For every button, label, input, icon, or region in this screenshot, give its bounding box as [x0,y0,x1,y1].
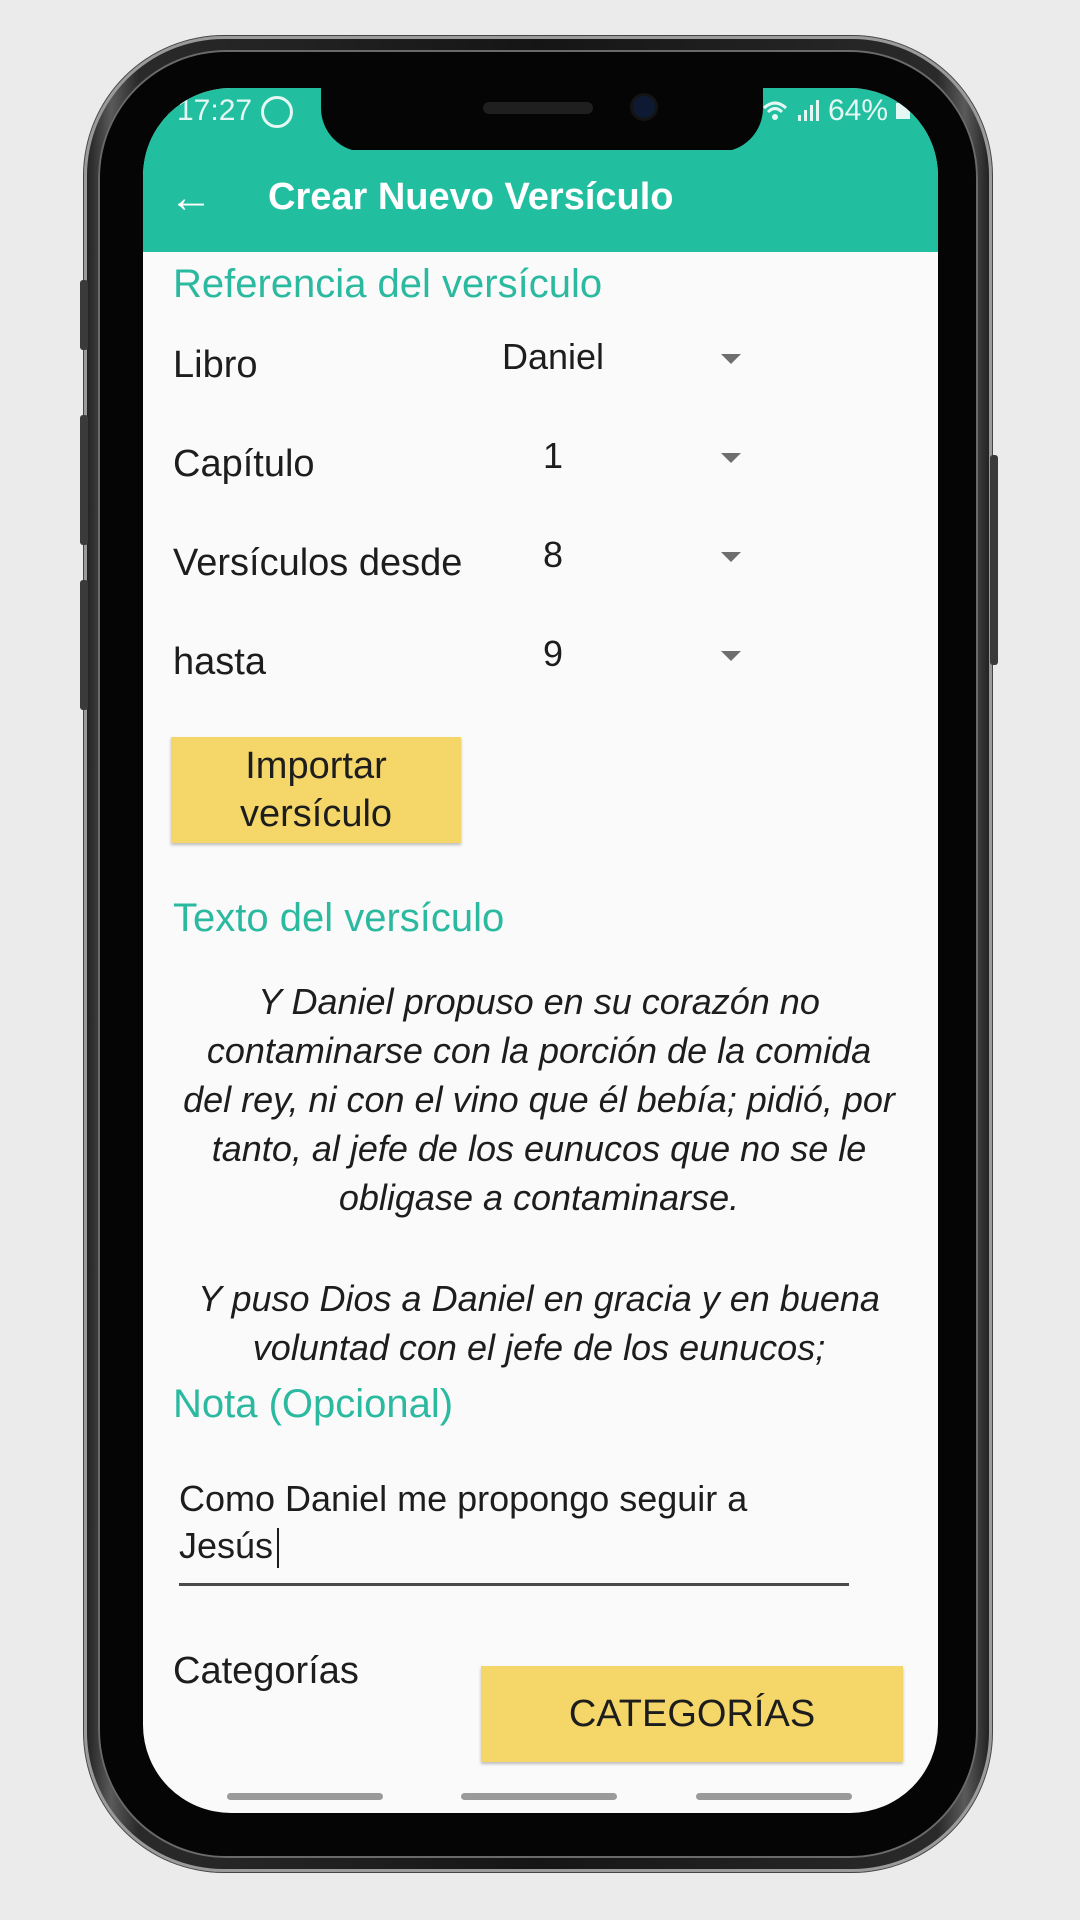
import-verse-button[interactable]: Importar versículo [171,737,461,843]
capitulo-label: Capítulo [173,443,315,485]
verse-paragraph-1: Y Daniel propuso en su corazón no contam… [169,977,909,1222]
verse-line: obligase a contaminarse. [338,1177,740,1218]
whatsapp-icon [261,96,293,128]
front-camera [633,96,655,118]
earpiece-speaker [483,102,593,114]
verse-line: tanto, al jefe de los eunucos que no se … [211,1128,867,1169]
text-cursor [277,1528,280,1569]
battery-level: 64% [827,94,888,127]
status-icons: 64% [762,94,910,128]
app-screen: 17:27 64% ← Crear Nuevo Versículo Refere… [143,88,938,1813]
note-line-with-cursor: Jesús [179,1522,849,1569]
wifi-icon [762,101,787,120]
hasta-label: hasta [173,641,266,683]
versiculos-desde-value: 8 [542,534,564,575]
arrow-left-icon[interactable]: ← [161,170,221,230]
signal-icon [797,100,819,121]
app-bar: ← Crear Nuevo Versículo [143,150,938,252]
verse-line: Y puso Dios a Daniel en gracia y en buen… [198,1278,880,1319]
capitulo-value: 1 [542,435,564,476]
page-title: Crear Nuevo Versículo [268,176,674,218]
import-button-line-1: Importar [245,745,387,787]
note-line: Jesús [179,1525,274,1566]
note-line: Como Daniel me propongo seguir a [179,1478,748,1519]
camera-notch [321,88,763,152]
verse-paragraph-2: Y puso Dios a Daniel en gracia y en buen… [169,1274,909,1372]
dropdown-arrow-icon [721,354,741,364]
dropdown-arrow-icon [721,552,741,562]
hasta-value: 9 [542,633,564,674]
volume-up-button [80,415,88,545]
verse-line: Y Daniel propuso en su corazón no [258,981,820,1022]
libro-value: Daniel [501,336,605,377]
power-button [990,455,998,665]
libro-label: Libro [173,344,258,386]
versiculos-desde-label: Versículos desde [173,542,463,584]
gesture-bar-right [696,1793,852,1800]
verse-line: voluntad con el jefe de los eunucos; [252,1327,826,1368]
dropdown-arrow-icon [721,453,741,463]
dropdown-arrow-icon [721,651,741,661]
gesture-bar-center [461,1793,617,1800]
volume-down-button [80,580,88,710]
reference-section-title: Referencia del versículo [173,262,603,306]
form-content: Referencia del versículo Libro Daniel Ca… [143,252,938,1813]
note-section-title: Nota (Opcional) [173,1382,454,1426]
categories-label: Categorías [173,1650,359,1692]
verse-line: del rey, ni con el vino que él bebía; pi… [183,1079,895,1120]
import-button-line-2: versículo [239,793,393,835]
gesture-bar-left [227,1793,383,1800]
mute-switch [80,280,88,350]
status-time: 17:27 [177,94,253,127]
battery-icon [896,103,910,119]
note-input[interactable]: Como Daniel me propongo seguir a Jesús [179,1475,849,1586]
categories-button[interactable]: CATEGORÍAS [481,1666,903,1762]
verse-text-section-title: Texto del versículo [173,896,505,940]
verse-line: contaminarse con la porción de la comida [206,1030,872,1071]
